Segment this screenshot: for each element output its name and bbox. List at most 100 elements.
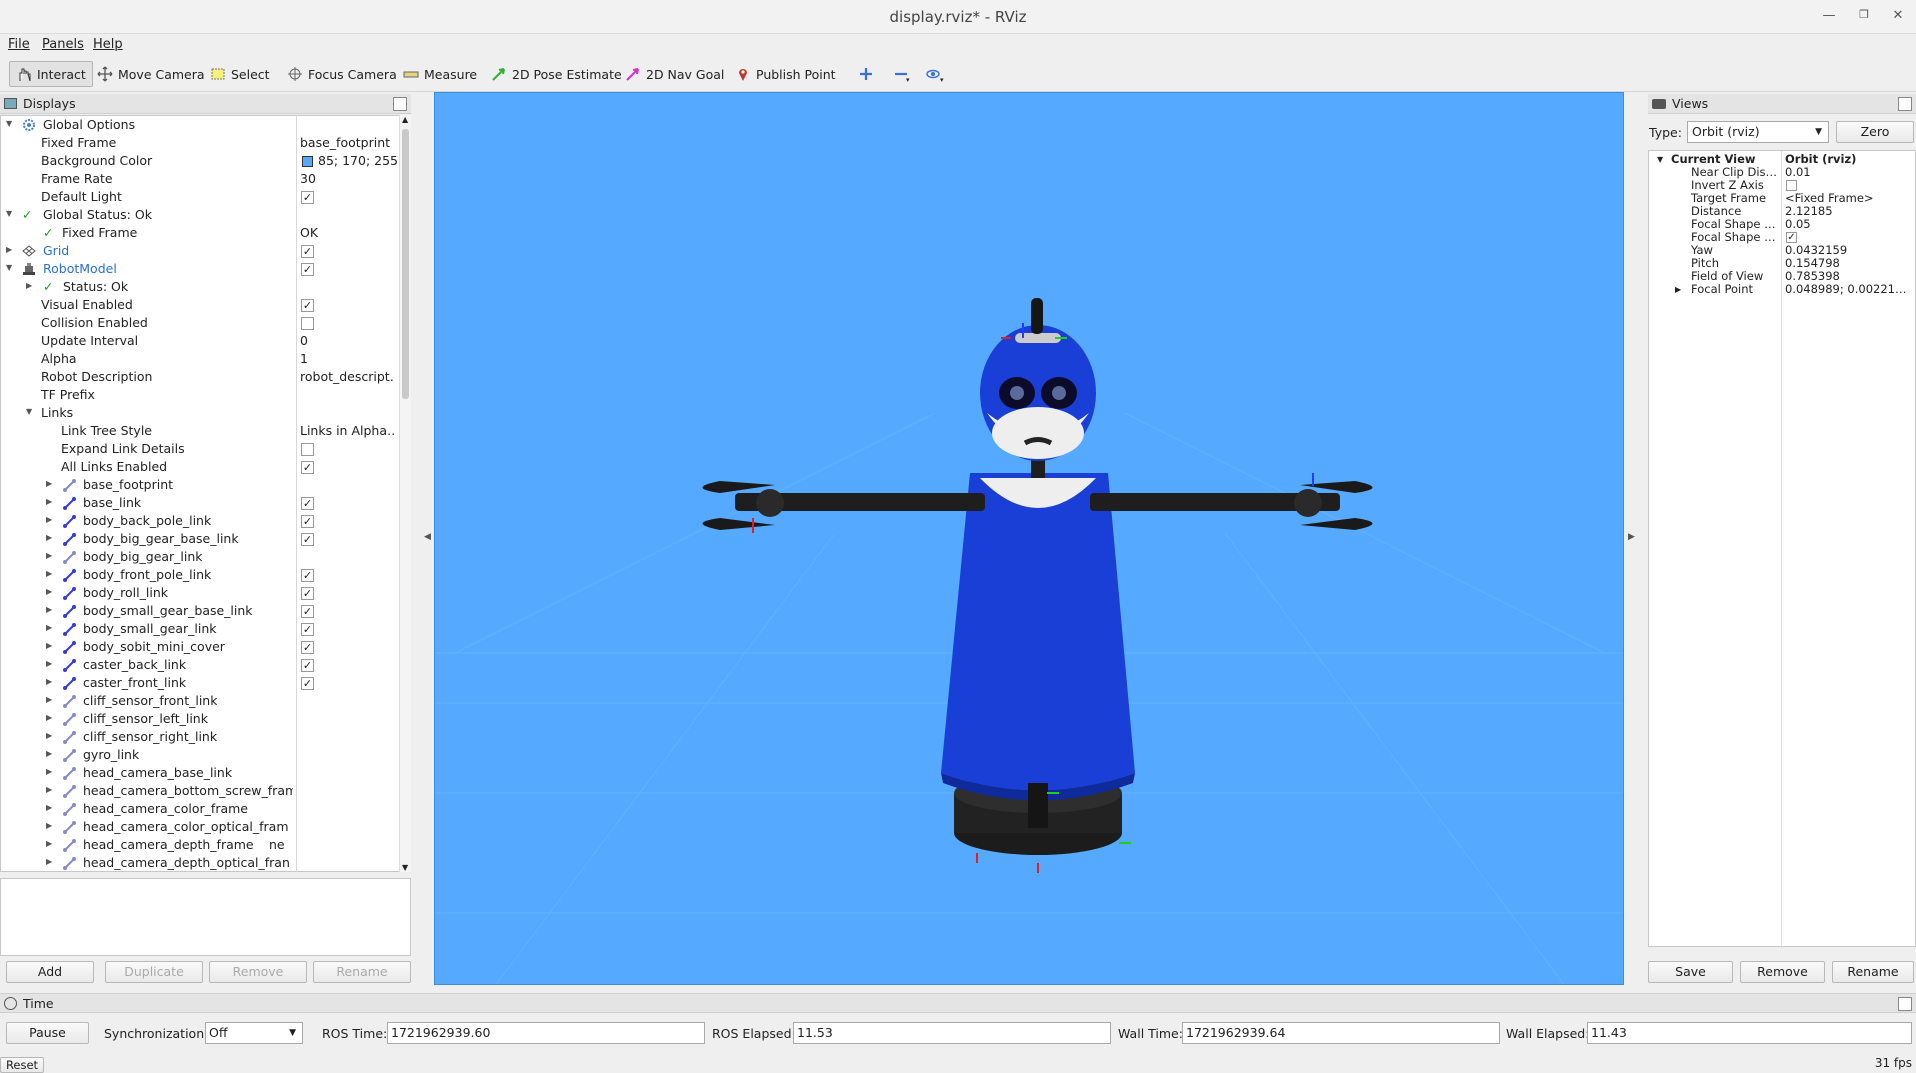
robot-description-value[interactable]: robot_descript… <box>300 369 395 384</box>
row-focal-point[interactable]: ▶ Focal Point 0.048989; 0.00221… <box>1649 283 1916 296</box>
maximize-icon[interactable]: ❐ <box>1854 8 1874 21</box>
visual-enabled-checkbox[interactable]: ✓ <box>301 299 314 312</box>
robot-model-checkbox[interactable]: ✓ <box>301 263 314 276</box>
all-links-enabled-checkbox[interactable]: ✓ <box>301 461 314 474</box>
collapse-icon[interactable]: ▼ <box>6 209 12 218</box>
expand-icon[interactable]: ▶ <box>46 551 52 560</box>
link-row[interactable]: ▶ cliff_sensor_left_link <box>1 710 399 728</box>
expand-icon[interactable]: ▶ <box>46 785 52 794</box>
link-row[interactable]: ▶ body_sobit_mini_cover ✓ <box>1 638 399 656</box>
row-update-interval[interactable]: Update Interval 0 <box>1 332 399 350</box>
link-checkbox[interactable]: ✓ <box>301 587 314 600</box>
link-row[interactable]: ▶ cliff_sensor_front_link <box>1 692 399 710</box>
wall-elapsed-field[interactable]: 11.43 <box>1587 1022 1912 1044</box>
link-checkbox[interactable]: ✓ <box>301 623 314 636</box>
nav-goal-tool[interactable]: 2D Nav Goal <box>618 61 731 87</box>
row-target-frame[interactable]: Target Frame <Fixed Frame> <box>1649 192 1916 205</box>
row-focal-shape-fixed[interactable]: Focal Shape … ✓ <box>1649 231 1916 244</box>
link-row[interactable]: ▶ body_roll_link ✓ <box>1 584 399 602</box>
save-view-button[interactable]: Save <box>1648 961 1733 983</box>
link-row[interactable]: ▶ head_camera_base_link <box>1 764 399 782</box>
row-link-tree-style[interactable]: Link Tree Style Links in Alpha… <box>1 422 399 440</box>
expand-icon[interactable]: ▶ <box>46 749 52 758</box>
select-tool[interactable]: Select <box>203 61 277 87</box>
row-global-status[interactable]: ▼ ✓ Global Status: Ok <box>1 206 399 224</box>
collapse-icon[interactable]: ▼ <box>1657 153 1663 166</box>
link-checkbox[interactable]: ✓ <box>301 515 314 528</box>
link-row[interactable]: ▶ caster_front_link ✓ <box>1 674 399 692</box>
link-row[interactable]: ▶ head_camera_depth_frame ne <box>1 836 399 854</box>
row-current-view[interactable]: ▼ Current View Orbit (rviz) <box>1649 153 1916 166</box>
row-invert-z[interactable]: Invert Z Axis <box>1649 179 1916 192</box>
row-near-clip[interactable]: Near Clip Dis… 0.01 <box>1649 166 1916 179</box>
link-row[interactable]: ▶ base_footprint <box>1 476 399 494</box>
distance-value[interactable]: 2.12185 <box>1785 205 1913 218</box>
expand-icon[interactable]: ▶ <box>46 533 52 542</box>
expand-icon[interactable]: ▶ <box>46 587 52 596</box>
row-frame-rate[interactable]: Frame Rate 30 <box>1 170 399 188</box>
move-camera-tool[interactable]: Move Camera <box>90 61 212 87</box>
focus-camera-tool[interactable]: Focus Camera <box>280 61 404 87</box>
wall-time-field[interactable]: 1721962939.64 <box>1182 1022 1500 1044</box>
expand-icon[interactable]: ▶ <box>1675 283 1681 296</box>
alpha-value[interactable]: 1 <box>300 351 395 366</box>
row-status-fixed-frame[interactable]: ✓ Fixed Frame OK <box>1 224 399 242</box>
expand-icon[interactable]: ▶ <box>46 713 52 722</box>
collision-enabled-checkbox[interactable] <box>301 317 314 330</box>
menu-help[interactable]: Help <box>93 37 123 52</box>
expand-icon[interactable]: ▶ <box>46 803 52 812</box>
background-color-value[interactable]: 85; 170; 255 <box>318 153 399 168</box>
link-row[interactable]: ▶ body_small_gear_link ✓ <box>1 620 399 638</box>
link-tree-style-value[interactable]: Links in Alpha… <box>300 423 395 438</box>
fixed-frame-value[interactable]: base_footprint <box>300 135 395 150</box>
expand-icon[interactable]: ▶ <box>46 497 52 506</box>
undock-icon[interactable] <box>393 97 407 111</box>
row-yaw[interactable]: Yaw 0.0432159 <box>1649 244 1916 257</box>
duplicate-display-button[interactable]: Duplicate <box>105 961 203 983</box>
row-tf-prefix[interactable]: TF Prefix <box>1 386 399 404</box>
link-row[interactable]: ▶ head_camera_color_frame <box>1 800 399 818</box>
link-checkbox[interactable]: ✓ <box>301 497 314 510</box>
add-display-button[interactable]: Add <box>6 961 94 983</box>
link-row[interactable]: ▶ head_camera_depth_optical_fran <box>1 854 399 871</box>
expand-icon[interactable]: ▶ <box>26 281 32 290</box>
row-collision-enabled[interactable]: Collision Enabled <box>1 314 399 332</box>
invert-z-checkbox[interactable] <box>1786 180 1797 191</box>
remove-view-button[interactable]: Remove <box>1740 961 1825 983</box>
rename-view-button[interactable]: Rename <box>1832 961 1914 983</box>
link-row[interactable]: ▶ cliff_sensor_right_link <box>1 728 399 746</box>
collapse-icon[interactable]: ▼ <box>26 407 32 416</box>
interact-tool[interactable]: Interact <box>9 61 93 87</box>
link-row[interactable]: ▶ body_big_gear_link <box>1 548 399 566</box>
link-checkbox[interactable]: ✓ <box>301 677 314 690</box>
expand-icon[interactable]: ▶ <box>46 605 52 614</box>
link-row[interactable]: ▶ base_link ✓ <box>1 494 399 512</box>
row-focal-shape-size[interactable]: Focal Shape … 0.05 <box>1649 218 1916 231</box>
pose-estimate-tool[interactable]: 2D Pose Estimate <box>484 61 629 87</box>
color-swatch[interactable] <box>302 156 313 167</box>
focal-shape-fixed-checkbox[interactable]: ✓ <box>1786 232 1797 243</box>
row-field-of-view[interactable]: Field of View 0.785398 <box>1649 270 1916 283</box>
near-clip-value[interactable]: 0.01 <box>1785 166 1913 179</box>
focal-shape-size-value[interactable]: 0.05 <box>1785 218 1913 231</box>
view-type-select[interactable]: Orbit (rviz) ▼ <box>1687 121 1829 143</box>
scroll-up-icon[interactable]: ▲ <box>402 115 408 124</box>
zero-button[interactable]: Zero <box>1836 121 1914 143</box>
expand-icon[interactable]: ▶ <box>46 677 52 686</box>
row-grid[interactable]: ▶ Grid ✓ <box>1 242 399 260</box>
row-background-color[interactable]: Background Color 85; 170; 255 <box>1 152 399 170</box>
expand-icon[interactable]: ▶ <box>6 245 12 254</box>
link-row[interactable]: ▶ body_big_gear_base_link ✓ <box>1 530 399 548</box>
publish-point-tool[interactable]: Publish Point <box>728 61 843 87</box>
frame-rate-value[interactable]: 30 <box>300 171 395 186</box>
row-alpha[interactable]: Alpha 1 <box>1 350 399 368</box>
grid-checkbox[interactable]: ✓ <box>301 245 314 258</box>
link-row[interactable]: ▶ head_camera_color_optical_fram <box>1 818 399 836</box>
left-panel-toggle-icon[interactable]: ◀ <box>424 532 431 542</box>
expand-icon[interactable]: ▶ <box>46 641 52 650</box>
right-panel-toggle-icon[interactable]: ▶ <box>1628 532 1635 542</box>
link-row[interactable]: ▶ body_small_gear_base_link ✓ <box>1 602 399 620</box>
target-frame-value[interactable]: <Fixed Frame> <box>1785 192 1913 205</box>
expand-icon[interactable]: ▶ <box>46 857 52 866</box>
link-checkbox[interactable]: ✓ <box>301 533 314 546</box>
